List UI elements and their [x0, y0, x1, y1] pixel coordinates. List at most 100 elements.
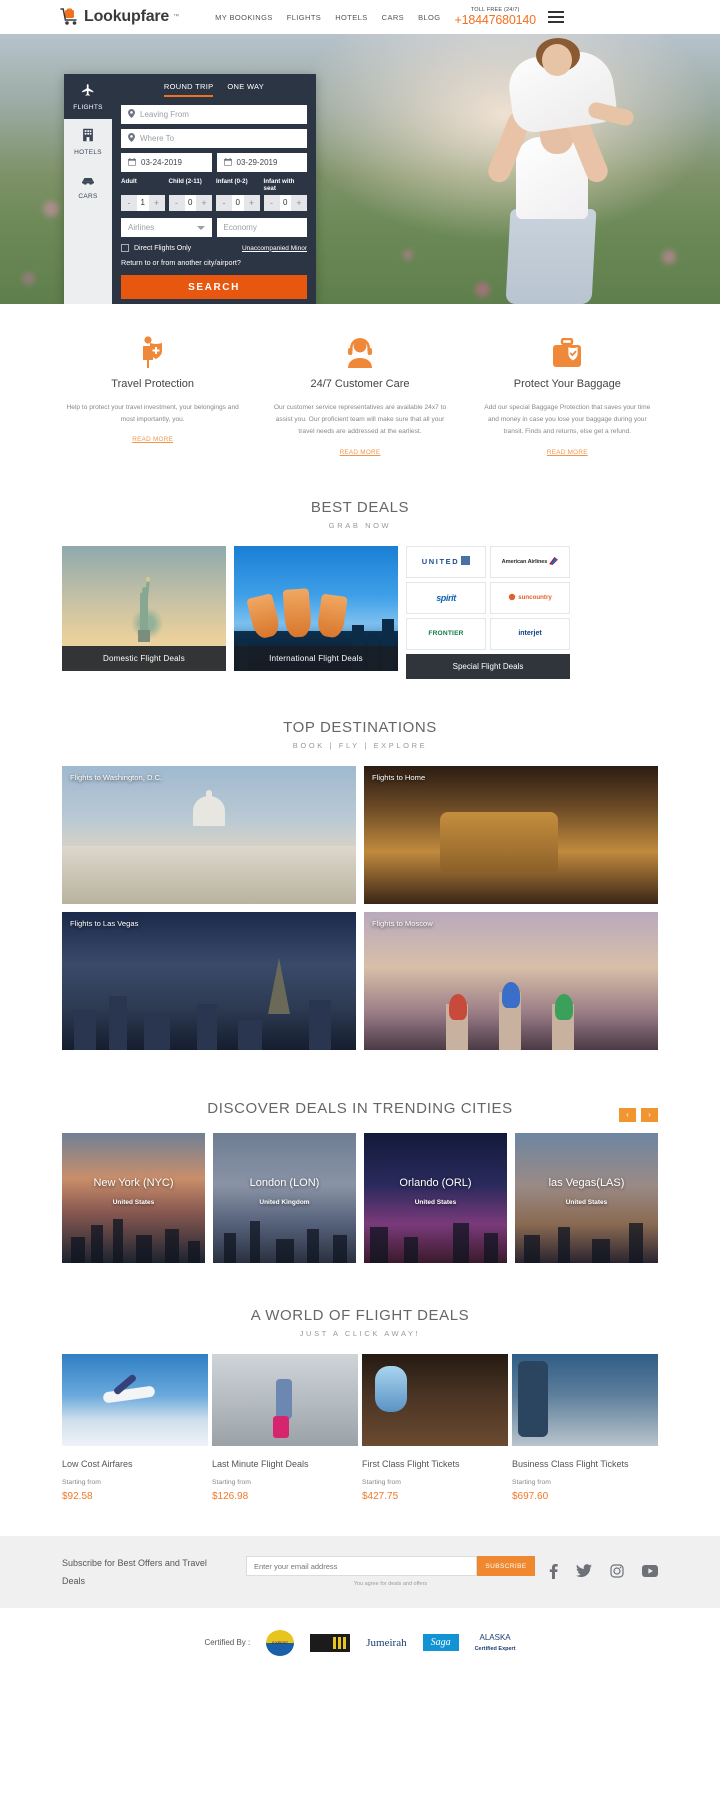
facebook-icon[interactable]	[549, 1563, 558, 1581]
travel-expert-badge[interactable]: EXPERT	[266, 1629, 295, 1656]
infant-seat-increment-button[interactable]: +	[291, 195, 307, 211]
destination-card-rome[interactable]: Flights to Home	[364, 765, 658, 904]
search-vertical-tabs: FLIGHTS HOTELS CARS	[64, 74, 112, 304]
building-icon	[82, 128, 94, 147]
preferences-row: Airlines Economy	[121, 218, 307, 237]
child-stepper[interactable]: - 0 +	[168, 195, 212, 211]
nav-item-blog[interactable]: BLOG	[418, 13, 440, 22]
adult-stepper[interactable]: - 1 +	[121, 195, 165, 211]
tag-logo[interactable]	[310, 1630, 351, 1656]
destination-card-las-vegas[interactable]: Flights to Las Vegas	[62, 911, 356, 1050]
world-deal-business-class[interactable]: Business Class Flight Tickets Starting f…	[512, 1353, 658, 1502]
infant-seat-decrement-button[interactable]: -	[263, 195, 280, 211]
city-country: United States	[414, 1198, 457, 1206]
subscribe-note: You agree for deals and offers	[353, 1581, 428, 1588]
read-more-link[interactable]: READ MORE	[132, 436, 173, 443]
alaska-logo-sub: Certified Expert	[474, 1645, 516, 1652]
world-deal-title: Low Cost Airfares	[62, 1458, 133, 1469]
trip-tab-one-way[interactable]: ONE WAY	[227, 82, 264, 97]
united-logo-text: UNITED	[421, 557, 460, 567]
colosseum-shape	[440, 811, 559, 872]
toll-free-block[interactable]: TOLL FREE (24/7) +18447680140	[455, 7, 537, 27]
adult-increment-button[interactable]: +	[148, 195, 165, 211]
airline-logo-frontier[interactable]: FRONTIER	[406, 617, 486, 650]
deal-card-domestic[interactable]: Domestic Flight Deals	[62, 545, 226, 671]
city-card-london[interactable]: London (LON) United Kingdom	[213, 1132, 356, 1263]
site-logo[interactable]: Lookupfare ™	[60, 8, 179, 26]
airline-logo-united[interactable]: UNITED	[406, 545, 486, 578]
search-button[interactable]: SEARCH	[121, 275, 307, 299]
airline-logo-sun-country[interactable]: suncountry	[490, 581, 570, 614]
unaccompanied-minor-link[interactable]: Unaccompanied Minor	[242, 245, 307, 252]
destination-card-washington-dc[interactable]: Flights to Washington, D.C.	[62, 765, 356, 904]
world-deal-first-class[interactable]: First Class Flight Tickets Starting from…	[362, 1353, 508, 1502]
saga-logo[interactable]: Saga	[422, 1630, 459, 1656]
depart-date-input[interactable]: 03-24-2019	[121, 153, 212, 172]
airplane-in-sky-image	[62, 1353, 208, 1446]
instagram-icon[interactable]	[610, 1564, 624, 1580]
starting-from-label: Starting from	[362, 1478, 401, 1486]
search-tab-flights[interactable]: FLIGHTS	[64, 74, 112, 119]
sun-country-sun-icon	[508, 593, 516, 603]
section-title: BEST DEALS	[310, 498, 410, 516]
depart-date-value: 03-24-2019	[141, 158, 182, 167]
return-date-input[interactable]: 03-29-2019	[216, 153, 307, 172]
location-pin-icon	[128, 133, 135, 144]
subscribe-button[interactable]: SUBSCRIBE	[477, 1556, 535, 1577]
youtube-icon[interactable]	[642, 1564, 658, 1579]
airline-logo-spirit[interactable]: spirit	[406, 581, 486, 614]
airlines-select-value: Airlines	[128, 223, 155, 232]
infant-stepper[interactable]: - 0 +	[216, 195, 260, 211]
date-fields-row: 03-24-2019 03-29-2019	[121, 153, 307, 172]
child-increment-button[interactable]: +	[196, 195, 212, 211]
feature-description: Our customer service representatives are…	[273, 404, 447, 436]
read-more-link[interactable]: READ MORE	[340, 449, 381, 456]
infant-seat-value: 0	[283, 198, 288, 207]
carousel-next-arrow-icon[interactable]: ›	[641, 1107, 658, 1122]
return-other-city-link[interactable]: Return to or from another city/airport?	[121, 258, 307, 267]
twitter-icon[interactable]	[576, 1563, 592, 1580]
world-deals-heading: A WORLD OF FLIGHT DEALS JUST A CLICK AWA…	[0, 1293, 720, 1354]
infant-increment-button[interactable]: +	[243, 195, 260, 211]
leaving-from-input[interactable]: Leaving From	[121, 105, 307, 124]
nav-item-hotels[interactable]: HOTELS	[335, 13, 367, 22]
nav-item-flights[interactable]: FLIGHTS	[287, 13, 321, 22]
world-deal-last-minute[interactable]: Last Minute Flight Deals Starting from $…	[212, 1353, 358, 1502]
section-title: DISCOVER DEALS IN TRENDING CITIES	[207, 1099, 513, 1117]
best-deals-row: Domestic Flight Deals International Flig…	[0, 545, 720, 705]
where-to-input[interactable]: Where To	[121, 129, 307, 148]
deal-card-label: International Flight Deals	[234, 645, 398, 671]
subscribe-email-input[interactable]	[246, 1556, 477, 1577]
search-tab-hotels[interactable]: HOTELS	[64, 119, 112, 164]
cabin-class-select[interactable]: Economy	[216, 218, 307, 237]
destination-card-moscow[interactable]: Flights to Moscow	[364, 911, 658, 1050]
special-flight-deals-card[interactable]: UNITED American Airlines spirit suncount…	[406, 545, 570, 679]
direct-flights-checkbox[interactable]: Direct Flights Only	[121, 244, 191, 252]
infant-with-seat-stepper[interactable]: - 0 +	[263, 195, 307, 211]
airline-logo-interjet[interactable]: interjet	[490, 617, 570, 650]
city-card-orlando[interactable]: Orlando (ORL) United States	[364, 1132, 507, 1263]
infant-decrement-button[interactable]: -	[216, 195, 232, 211]
trip-tab-round-trip[interactable]: ROUND TRIP	[163, 82, 214, 97]
united-globe-icon	[461, 556, 471, 567]
city-card-new-york[interactable]: New York (NYC) United States	[62, 1132, 205, 1263]
logo-trademark: ™	[173, 14, 180, 20]
nav-item-my-bookings[interactable]: MY BOOKINGS	[215, 13, 273, 22]
carousel-prev-arrow-icon[interactable]: ‹	[619, 1107, 636, 1122]
american-airlines-logo-text: American Airlines	[501, 558, 548, 565]
phone-number[interactable]: +18447680140	[455, 13, 537, 27]
child-decrement-button[interactable]: -	[168, 195, 185, 211]
hamburger-menu-icon[interactable]	[547, 11, 564, 23]
deal-card-international[interactable]: International Flight Deals	[234, 545, 398, 671]
jumeirah-logo[interactable]: Jumeirah	[366, 1630, 406, 1656]
search-tab-cars[interactable]: CARS	[64, 164, 112, 209]
adult-decrement-button[interactable]: -	[121, 195, 137, 211]
nav-item-cars[interactable]: CARS	[382, 13, 404, 22]
airline-logo-american-airlines[interactable]: American Airlines	[490, 545, 570, 578]
city-card-las-vegas[interactable]: las Vegas(LAS) United States	[515, 1132, 658, 1263]
world-deal-low-cost-airfares[interactable]: Low Cost Airfares Starting from $92.58	[62, 1353, 208, 1502]
airlines-select[interactable]: Airlines	[121, 218, 212, 237]
alaska-certified-expert-logo[interactable]: ALASKA Certified Expert	[475, 1630, 516, 1656]
read-more-link[interactable]: READ MORE	[547, 449, 588, 456]
calendar-icon	[128, 157, 136, 168]
